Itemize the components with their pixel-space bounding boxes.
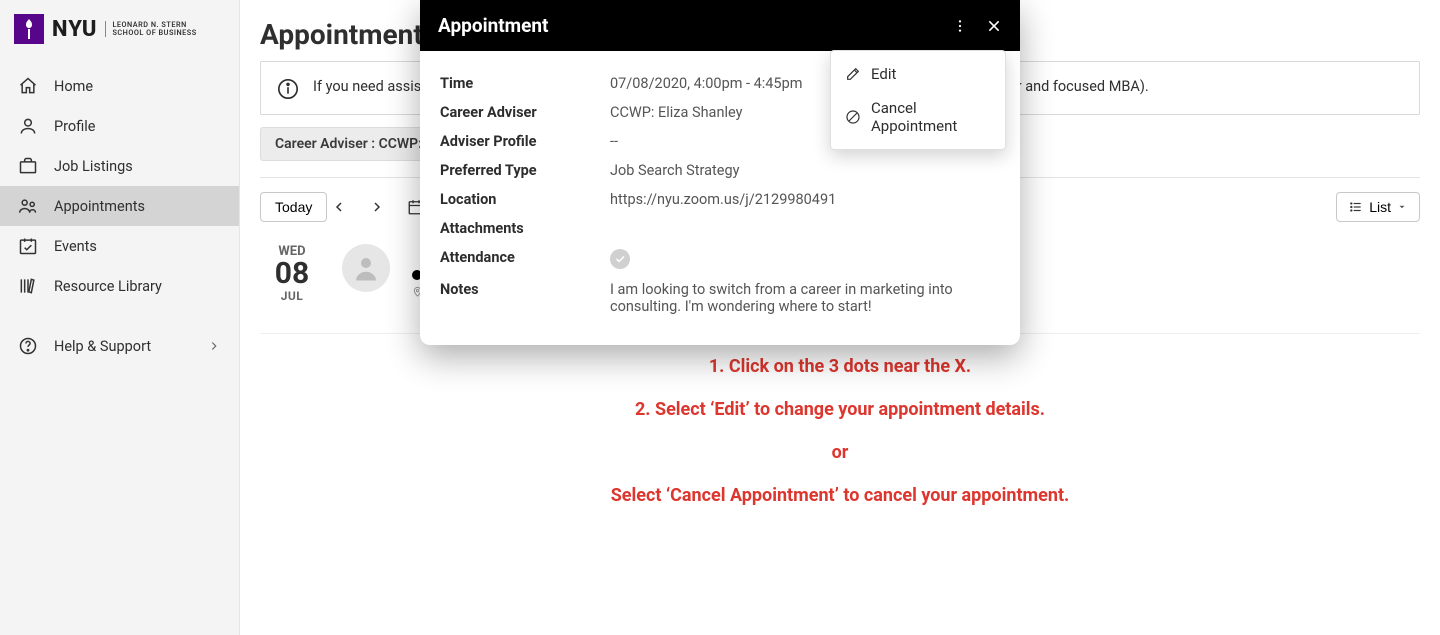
- instruction-3: Select ‘Cancel Appointment’ to cancel yo…: [260, 485, 1420, 506]
- list-icon: [1349, 200, 1363, 214]
- field-attendance: Attendance: [440, 243, 1000, 275]
- menu-edit[interactable]: Edit: [831, 57, 1005, 91]
- appointment-modal: Appointment Edit Cancel Appointment Time: [420, 0, 1020, 345]
- calendar-check-icon: [18, 236, 38, 256]
- people-icon: [18, 196, 38, 216]
- nav-profile[interactable]: Profile: [0, 106, 239, 146]
- sidebar: NYU LEONARD N. STERN SCHOOL OF BUSINESS …: [0, 0, 240, 635]
- menu-edit-label: Edit: [871, 65, 896, 83]
- day-month: JUL: [264, 289, 320, 303]
- field-location: Location https://nyu.zoom.us/j/212998049…: [440, 185, 1000, 214]
- instruction-or: or: [260, 442, 1420, 463]
- value-attendance: [610, 249, 1000, 269]
- chevron-right-icon: [207, 339, 221, 353]
- nyu-torch-icon: [14, 14, 44, 44]
- cancel-icon: [845, 109, 861, 125]
- value-attachments: [610, 220, 1000, 237]
- nav-label: Resource Library: [54, 278, 162, 295]
- today-button[interactable]: Today: [260, 192, 327, 222]
- nav-events[interactable]: Events: [0, 226, 239, 266]
- instruction-1: 1. Click on the 3 dots near the X.: [260, 356, 1420, 377]
- instruction-2: 2. Select ‘Edit’ to change your appointm…: [260, 399, 1420, 420]
- nav-resource-library[interactable]: Resource Library: [0, 266, 239, 306]
- question-circle-icon: [18, 336, 38, 356]
- day-number: 08: [264, 259, 320, 289]
- books-icon: [18, 276, 38, 296]
- brand-uni: NYU: [52, 17, 97, 42]
- value-location: https://nyu.zoom.us/j/2129980491: [610, 191, 1000, 208]
- menu-cancel[interactable]: Cancel Appointment: [831, 91, 1005, 143]
- kebab-menu: Edit Cancel Appointment: [830, 50, 1006, 150]
- nav-help[interactable]: Help & Support: [0, 326, 239, 366]
- modal-header: Appointment: [420, 0, 1020, 51]
- menu-cancel-label: Cancel Appointment: [871, 99, 991, 135]
- nav-label: Events: [54, 238, 97, 255]
- nav-appointments[interactable]: Appointments: [0, 186, 239, 226]
- day-cell: WED 08 JUL: [264, 244, 320, 303]
- value-type: Job Search Strategy: [610, 162, 1000, 179]
- view-switch: List: [1336, 192, 1420, 222]
- prev-button[interactable]: [331, 190, 365, 224]
- next-button[interactable]: [369, 190, 403, 224]
- side-nav: Home Profile Job Listings Appointments E…: [0, 66, 239, 366]
- brand-school: LEONARD N. STERN SCHOOL OF BUSINESS: [105, 21, 196, 36]
- kebab-button[interactable]: [952, 18, 968, 34]
- nav-label: Profile: [54, 118, 95, 135]
- info-icon: [277, 78, 299, 100]
- instruction-block: 1. Click on the 3 dots near the X. 2. Se…: [260, 356, 1420, 506]
- person-icon: [18, 116, 38, 136]
- view-list-button[interactable]: List: [1336, 192, 1420, 222]
- field-attachments: Attachments: [440, 214, 1000, 243]
- field-type: Preferred Type Job Search Strategy: [440, 156, 1000, 185]
- nav-job-listings[interactable]: Job Listings: [0, 146, 239, 186]
- field-notes: Notes I am looking to switch from a care…: [440, 275, 1000, 321]
- nav-label: Help & Support: [54, 338, 151, 355]
- attendance-check-icon: [610, 249, 630, 269]
- brand-logo: NYU LEONARD N. STERN SCHOOL OF BUSINESS: [0, 10, 239, 66]
- home-icon: [18, 76, 38, 96]
- value-notes: I am looking to switch from a career in …: [610, 281, 1000, 315]
- close-button[interactable]: [986, 18, 1002, 34]
- edit-icon: [845, 66, 861, 82]
- briefcase-icon: [18, 156, 38, 176]
- nav-label: Home: [54, 78, 93, 95]
- caret-down-icon: [1397, 202, 1407, 212]
- nav-label: Appointments: [54, 198, 145, 215]
- nav-home[interactable]: Home: [0, 66, 239, 106]
- view-label: List: [1369, 199, 1391, 215]
- adviser-avatar: [342, 244, 390, 292]
- nav-label: Job Listings: [54, 158, 133, 175]
- modal-title: Appointment: [438, 14, 548, 37]
